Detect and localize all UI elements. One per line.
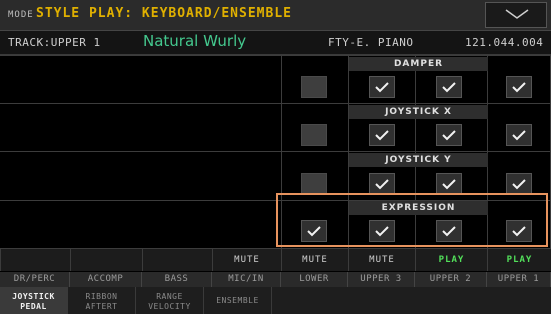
play-button-upper1[interactable]: PLAY [487,249,551,271]
damper-upper3-checkbox[interactable] [369,76,395,98]
tab-ribbon-aftert[interactable]: RIBBON AFTERT [68,287,136,314]
mode-title: STYLE PLAY: KEYBOARD/ENSEMBLE [36,6,292,21]
joystick-y-lower-checkbox[interactable] [301,173,327,195]
joystick-y-upper1-checkbox[interactable] [506,173,532,195]
section-label-joystick-y: JOYSTICK Y [349,153,488,167]
sound-bank: FTY-E. PIANO [328,36,414,49]
expression-upper1-checkbox[interactable] [506,220,532,242]
tab-joystick-pedal[interactable]: JOYSTICK PEDAL [0,287,68,314]
check-icon [375,226,389,237]
tab-label-line2: AFTERT [85,302,118,311]
joystick-x-upper1-checkbox[interactable] [506,124,532,146]
bottom-tabs: JOYSTICK PEDAL RIBBON AFTERT RANGE VELOC… [0,287,551,314]
channel-labels: DR/PERC ACCOMP BASS MIC/IN LOWER UPPER 3… [0,272,551,287]
channel-label: UPPER 1 [487,272,551,287]
check-icon [512,179,526,190]
tab-ensemble[interactable]: ENSEMBLE [204,287,272,314]
channel-label: MIC/IN [212,272,281,287]
damper-lower-checkbox[interactable] [301,76,327,98]
joystick-y-upper2-checkbox[interactable] [436,173,462,195]
check-icon [512,82,526,93]
tab-label-line1: JOYSTICK [12,292,55,301]
channel-label: UPPER 3 [348,272,415,287]
mute-play-row: MUTE MUTE MUTE PLAY PLAY [0,249,551,272]
mute-button-mic-in[interactable]: MUTE [212,249,281,271]
expression-upper3-checkbox[interactable] [369,220,395,242]
tab-label-line1: RANGE [156,292,183,301]
mute-button-accomp[interactable] [70,249,142,271]
channel-label: UPPER 2 [415,272,487,287]
grid-divider [0,55,551,56]
mute-button-lower[interactable]: MUTE [281,249,348,271]
section-label-damper: DAMPER [349,57,488,71]
grid-divider [0,151,551,152]
mode-menu-button[interactable] [485,2,547,28]
check-icon [442,82,456,93]
channel-label: DR/PERC [0,272,70,287]
grid-divider [0,103,551,104]
tab-label-line1: ENSEMBLE [216,296,259,305]
expression-upper2-checkbox[interactable] [436,220,462,242]
tab-range-velocity[interactable]: RANGE VELOCITY [136,287,204,314]
check-icon [442,226,456,237]
check-icon [442,179,456,190]
joystick-y-upper3-checkbox[interactable] [369,173,395,195]
mute-button-drperc[interactable] [0,249,70,271]
channel-label: LOWER [281,272,348,287]
damper-upper2-checkbox[interactable] [436,76,462,98]
track-info-bar[interactable]: TRACK:UPPER 1 Natural Wurly FTY-E. PIANO… [0,31,551,55]
chevron-down-icon [505,9,529,19]
mute-button-bass[interactable] [142,249,212,271]
check-icon [375,179,389,190]
tab-label-line2: PEDAL [20,302,47,311]
section-label-joystick-x: JOYSTICK X [349,105,488,119]
channel-label: ACCOMP [70,272,142,287]
check-icon [375,130,389,141]
section-label-expression: EXPRESSION [349,201,488,215]
play-button-upper2[interactable]: PLAY [415,249,487,271]
grid-divider [281,55,282,249]
check-icon [442,130,456,141]
mode-label: MODE [8,10,34,20]
expression-lower-checkbox[interactable] [301,220,327,242]
track-label: TRACK:UPPER 1 [8,36,101,49]
joystick-x-upper3-checkbox[interactable] [369,124,395,146]
sound-name[interactable]: Natural Wurly [143,32,246,50]
joystick-x-lower-checkbox[interactable] [301,124,327,146]
check-icon [512,226,526,237]
controller-grid: DAMPER JOYSTICK X JOYSTICK Y EXPRESSION [0,55,551,249]
grid-divider [415,55,416,249]
channel-label: BASS [142,272,212,287]
check-icon [375,82,389,93]
damper-upper1-checkbox[interactable] [506,76,532,98]
check-icon [307,226,321,237]
grid-divider [348,55,349,249]
check-icon [512,130,526,141]
mode-bar: MODE STYLE PLAY: KEYBOARD/ENSEMBLE [0,0,551,31]
tab-label-line2: VELOCITY [148,302,191,311]
mute-button-upper3[interactable]: MUTE [348,249,415,271]
program-number: 121.044.004 [465,36,544,49]
tab-label-line1: RIBBON [85,292,118,301]
grid-divider [487,55,488,249]
joystick-x-upper2-checkbox[interactable] [436,124,462,146]
